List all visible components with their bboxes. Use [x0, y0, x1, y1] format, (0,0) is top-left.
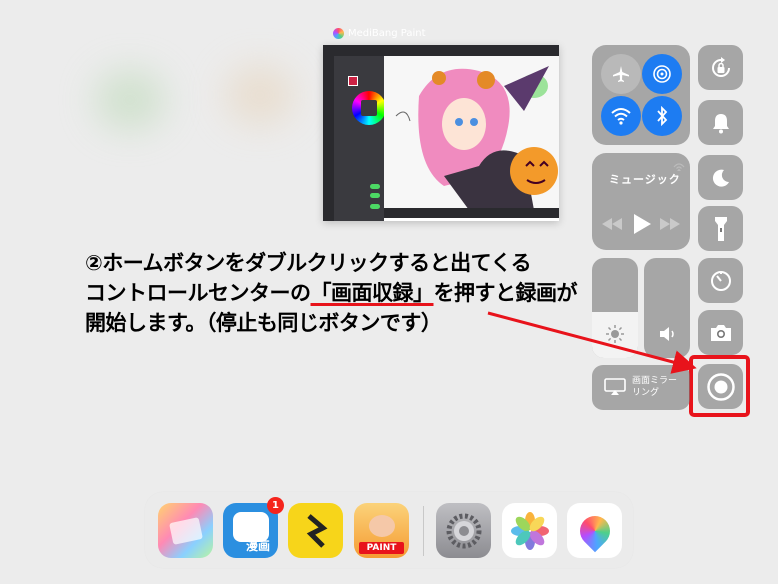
manga-app-badge: 1 [267, 497, 284, 514]
dock-divider [423, 506, 424, 556]
jump-paint-character [368, 514, 395, 537]
pastel-app-glyph [168, 516, 203, 545]
photos-flower-icon [510, 511, 549, 550]
pastel-app-icon[interactable] [158, 503, 213, 558]
settings-app-icon[interactable] [436, 503, 491, 558]
s-arrow-icon [306, 513, 327, 548]
yellow-s-app-icon[interactable] [288, 503, 343, 558]
medibang-paint-app-icon[interactable] [567, 503, 622, 558]
manga-app-label: 漫画 [246, 539, 271, 553]
jump-paint-badge: PAINT [359, 542, 404, 554]
jump-paint-app-icon[interactable]: PAINT [354, 503, 409, 558]
gear-icon [446, 513, 481, 548]
medibang-paint-glyph [573, 509, 616, 552]
photos-app-icon[interactable] [502, 503, 557, 558]
